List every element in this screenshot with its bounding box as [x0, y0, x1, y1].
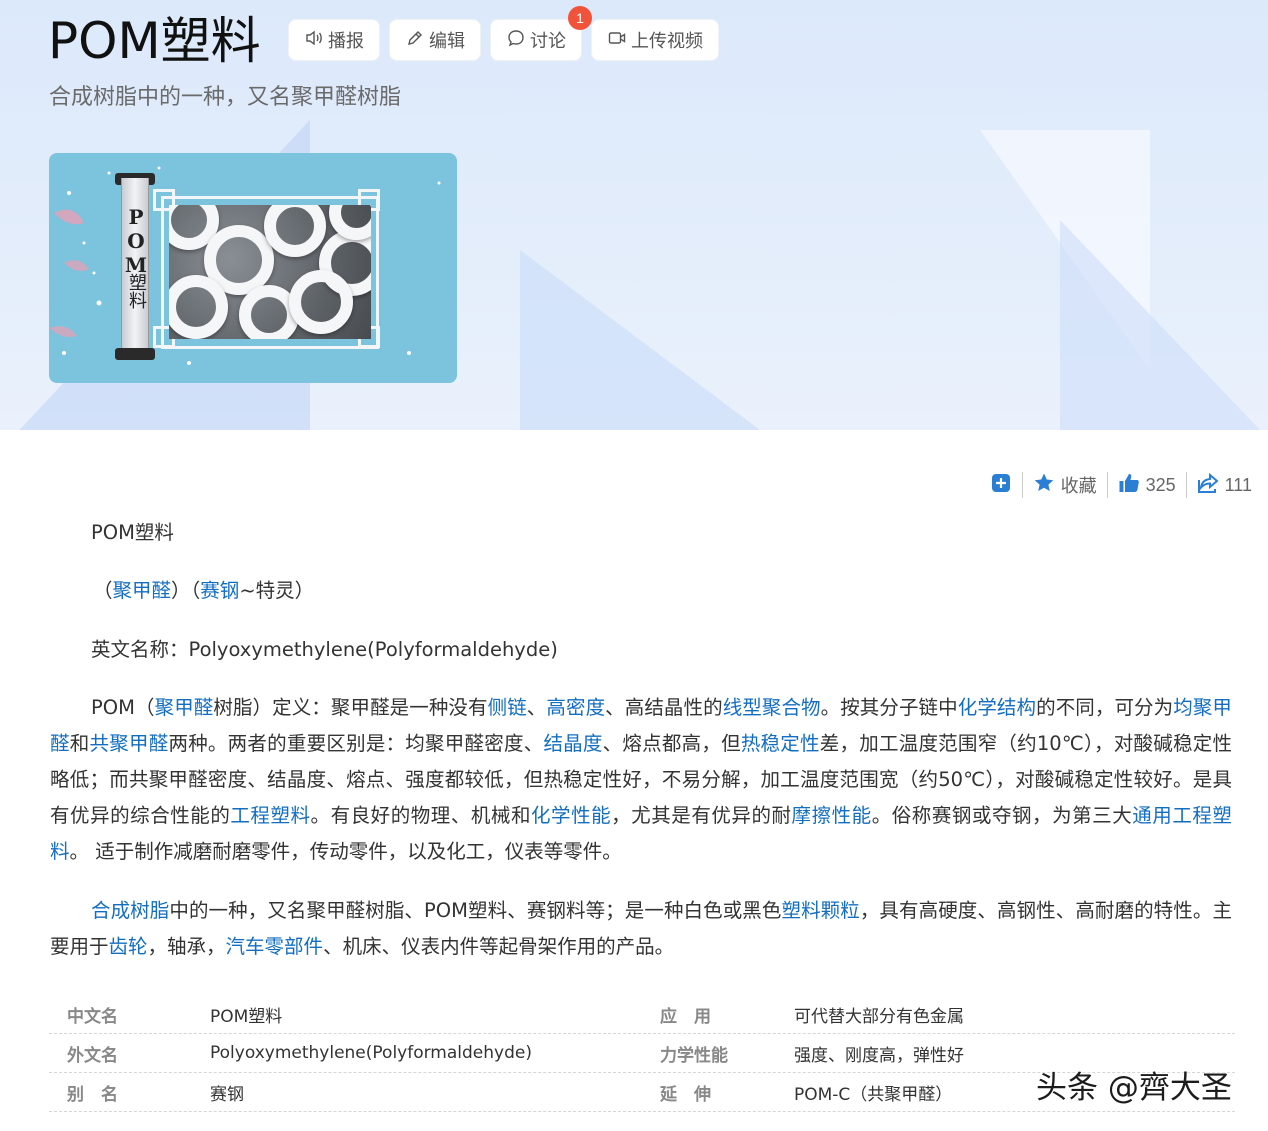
pencil-icon	[405, 28, 425, 53]
info-key: 中文名	[67, 1006, 118, 1027]
text-segment: 。有良好的物理、机械和	[310, 804, 531, 827]
upload-video-label: 上传视频	[631, 31, 703, 52]
paragraph-name: POM塑料	[50, 515, 1232, 551]
like-button[interactable]: 325	[1108, 472, 1186, 499]
link-plastic-pellets[interactable]: 塑料颗粒	[781, 899, 859, 922]
banner-decoration	[1060, 220, 1260, 430]
paragraph-definition: POM（聚甲醛树脂）定义：聚甲醛是一种没有侧链、高密度、高结晶性的线型聚合物。按…	[50, 690, 1232, 870]
info-value: 可代替大部分有色金属	[794, 1006, 964, 1027]
link-polyformaldehyde[interactable]: 聚甲醛	[155, 696, 214, 719]
text-segment: ~特灵）	[239, 579, 315, 602]
info-key: 别 名	[67, 1084, 118, 1105]
text-segment: 的不同，可分为	[1036, 696, 1174, 719]
text-segment: POM（	[91, 696, 155, 719]
text-segment: （	[93, 579, 113, 602]
share-icon	[1197, 472, 1219, 499]
link-gear[interactable]: 齿轮	[109, 935, 148, 958]
link-crystallinity[interactable]: 结晶度	[543, 732, 602, 755]
scroll-cjk-text: 塑料	[126, 273, 147, 309]
info-key: 应 用	[660, 1006, 711, 1027]
edit-label: 编辑	[429, 31, 465, 52]
info-key: 延 伸	[660, 1084, 711, 1105]
text-segment: 和	[69, 732, 90, 755]
table-row: 中文名 POM塑料 应 用 可代替大部分有色金属	[49, 995, 1235, 1034]
thumbs-up-icon	[1118, 472, 1140, 499]
link-engineering-plastic[interactable]: 工程塑料	[230, 804, 310, 827]
link-synthetic-resin[interactable]: 合成树脂	[91, 899, 169, 922]
paragraph-english-name: 英文名称：Polyoxymethylene(Polyformaldehyde)	[50, 632, 1232, 668]
text-segment: 、	[526, 696, 547, 719]
upload-video-button[interactable]: 上传视频	[591, 19, 719, 61]
scroll-latin-text: POM	[124, 205, 148, 277]
text-segment: 树脂）定义：聚甲醛是一种没有	[213, 696, 488, 719]
link-polyformaldehyde[interactable]: 聚甲醛	[113, 579, 172, 602]
page-subtitle: 合成树脂中的一种，又名聚甲醛树脂	[49, 85, 402, 110]
text-segment: ）（	[171, 579, 201, 602]
edit-button[interactable]: 编辑	[389, 19, 481, 61]
info-value: 赛钢	[210, 1084, 244, 1105]
link-saigang[interactable]: 赛钢	[200, 579, 239, 602]
broadcast-button[interactable]: 播报	[288, 19, 380, 61]
speaker-icon	[304, 28, 324, 53]
link-high-density[interactable]: 高密度	[546, 696, 605, 719]
link-copolymer[interactable]: 共聚甲醛	[90, 732, 169, 755]
link-side-chain[interactable]: 侧链	[488, 696, 527, 719]
broadcast-label: 播报	[328, 31, 364, 52]
favorite-label: 收藏	[1060, 476, 1097, 496]
paragraph-text: 英文名称：Polyoxymethylene(Polyformaldehyde)	[91, 638, 558, 661]
pom-rings-photo	[169, 205, 371, 339]
add-button[interactable]	[980, 472, 1022, 499]
text-segment: 中的一种，又名聚甲醛树脂、POM塑料、赛钢料等；是一种白色或黑色	[169, 899, 782, 922]
discuss-count-badge: 1	[568, 6, 592, 30]
link-linear-polymer[interactable]: 线型聚合物	[723, 696, 821, 719]
link-thermal-stability[interactable]: 热稳定性	[741, 732, 820, 755]
text-segment: 、高结晶性的	[605, 696, 723, 719]
link-chemical-structure[interactable]: 化学结构	[958, 696, 1036, 719]
text-segment: 。按其分子链中	[820, 696, 958, 719]
share-button[interactable]: 111	[1187, 472, 1262, 499]
action-toolbar: 收藏 325 111	[980, 468, 1262, 502]
text-segment: 、机床、仪表内件等起骨架作用的产品。	[323, 935, 675, 958]
banner-decoration	[520, 250, 760, 430]
link-chemical-properties[interactable]: 化学性能	[531, 804, 611, 827]
watermark: 头条 @齊大圣	[1036, 1070, 1232, 1106]
paragraph-usage: 合成树脂中的一种，又名聚甲醛树脂、POM塑料、赛钢料等；是一种白色或黑色塑料颗粒…	[50, 893, 1232, 965]
summary-image[interactable]: POM 塑料	[49, 153, 457, 383]
text-segment: 、熔点都高，但	[602, 732, 741, 755]
page-title: POM塑料	[48, 12, 261, 70]
text-segment: ，尤其是有优异的耐	[611, 804, 792, 827]
discuss-label: 讨论	[530, 31, 566, 52]
paragraph-aliases: （聚甲醛）（赛钢~特灵）	[50, 573, 1232, 609]
info-value: POM塑料	[210, 1006, 283, 1027]
chat-bubble-icon	[506, 28, 526, 53]
link-auto-parts[interactable]: 汽车零部件	[226, 935, 324, 958]
discuss-button[interactable]: 讨论	[490, 19, 582, 61]
text-segment: 。俗称赛钢或夺钢，为第三大	[871, 804, 1133, 827]
share-count: 111	[1224, 474, 1252, 495]
star-icon	[1033, 472, 1055, 499]
text-segment: ，轴承，	[147, 935, 226, 958]
text-segment: 。 适于制作减磨耐磨零件，传动零件，以及化工，仪表等零件。	[69, 840, 622, 863]
link-friction-performance[interactable]: 摩擦性能	[792, 804, 872, 827]
info-value: Polyoxymethylene(Polyformaldehyde)	[210, 1043, 532, 1063]
favorite-button[interactable]: 收藏	[1023, 472, 1107, 499]
video-camera-icon	[607, 28, 627, 53]
text-segment: 两种。两者的重要区别是：均聚甲醛密度、	[168, 732, 544, 755]
info-key: 力学性能	[660, 1045, 728, 1066]
like-count: 325	[1145, 474, 1176, 495]
paragraph-text: POM塑料	[91, 521, 174, 544]
scroll-bottom-cap	[115, 348, 155, 360]
info-key: 外文名	[67, 1045, 118, 1066]
plus-square-icon	[990, 472, 1012, 499]
